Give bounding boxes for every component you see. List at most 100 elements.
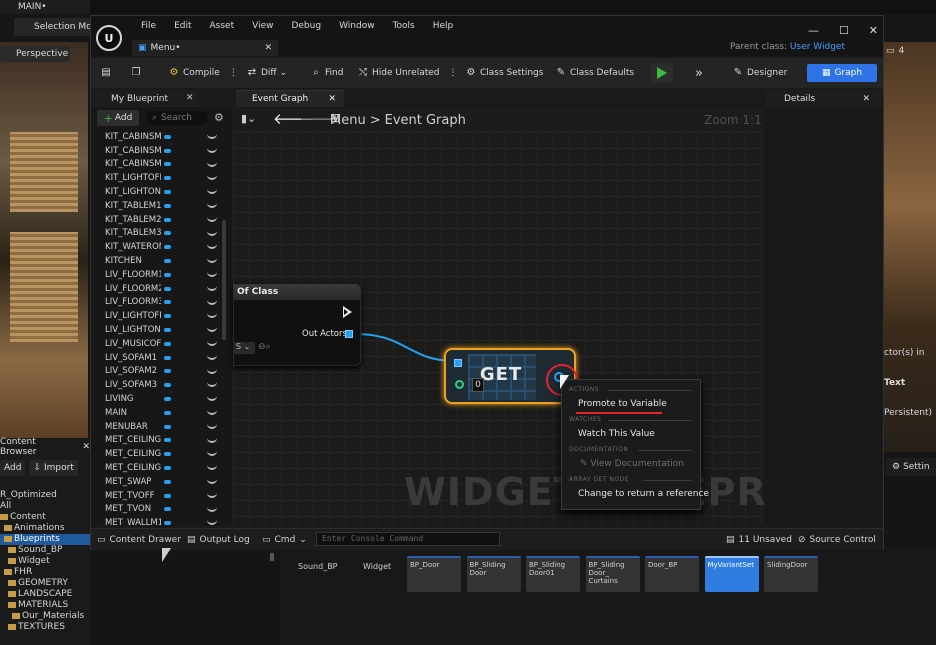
folder-tree-item[interactable]: Widget	[0, 556, 90, 567]
variable-row[interactable]: KIT_TABLEM3	[91, 227, 231, 241]
close-icon[interactable]: ✕	[186, 93, 194, 103]
variable-row[interactable]: KIT_TABLEM1	[91, 199, 231, 213]
asset-folder-label[interactable]: Sound_BP	[298, 562, 338, 571]
eye-closed-icon[interactable]	[207, 285, 217, 291]
context-menu-item[interactable]: Promote to Variable	[578, 399, 667, 409]
variable-row[interactable]: MET_WALLM1	[91, 516, 231, 526]
eye-closed-icon[interactable]	[207, 478, 217, 484]
cmd-dropdown[interactable]: ▭ Cmd ⌄	[262, 533, 307, 547]
eye-closed-icon[interactable]	[207, 257, 217, 264]
eye-closed-icon[interactable]	[207, 437, 217, 443]
eye-closed-icon[interactable]	[207, 216, 217, 222]
variable-row[interactable]: LIV_FLOORM2	[91, 282, 231, 296]
variable-row[interactable]: KIT_CABINSM	[91, 130, 231, 144]
reset-and-browse-icons[interactable]: ⊖⌕	[258, 342, 271, 352]
class-select-dropdown[interactable]: S ⌄	[233, 342, 255, 354]
viewport-perspective-button[interactable]: Perspective	[0, 46, 70, 62]
variable-list-scrollbar[interactable]	[222, 220, 226, 340]
menu-edit[interactable]: Edit	[165, 21, 200, 35]
add-button[interactable]: + Add	[97, 110, 139, 126]
eye-closed-icon[interactable]	[207, 368, 217, 374]
eye-closed-icon[interactable]	[207, 492, 217, 498]
eye-closed-icon[interactable]	[207, 147, 217, 153]
asset-tile[interactable]: MyVariantSet	[704, 556, 759, 592]
get-index-field[interactable]: 0	[472, 378, 484, 392]
parent-class-link[interactable]: User Widget	[790, 42, 845, 52]
eye-closed-icon[interactable]	[207, 312, 217, 319]
variable-row[interactable]: KIT_LIGHTON	[91, 185, 231, 199]
maximize-icon[interactable]: ☐	[839, 24, 849, 38]
designer-button[interactable]: ✎ Designer	[732, 64, 788, 82]
eye-closed-icon[interactable]	[207, 464, 217, 471]
folder-tree-item[interactable]: MATERIALS	[0, 600, 90, 611]
get-array-input-pin[interactable]	[454, 359, 462, 367]
menu-asset[interactable]: Asset	[201, 21, 244, 35]
eye-closed-icon[interactable]	[207, 243, 217, 250]
eye-closed-icon[interactable]	[207, 161, 217, 167]
save-button[interactable]: ▤	[100, 64, 112, 82]
variable-row[interactable]: MET_TVON	[91, 503, 231, 517]
browse-button[interactable]: ❐	[130, 64, 142, 82]
asset-tile[interactable]: BP_Sliding Door_ Curtains	[585, 556, 640, 592]
asset-tile[interactable]: BP_Sliding Door01	[526, 556, 580, 592]
diff-button[interactable]: ⇄ Diff ⌄	[246, 64, 287, 82]
bookmark-icon[interactable]: ▮⌄	[241, 112, 256, 125]
eye-closed-icon[interactable]	[207, 340, 217, 346]
variable-row[interactable]: LIV_SOFAM2	[91, 365, 231, 379]
variable-row[interactable]: LIVING	[91, 392, 231, 406]
minimize-icon[interactable]: —	[808, 24, 819, 38]
console-command-input[interactable]: Enter Console Command	[316, 532, 500, 546]
asset-tile[interactable]: SlidingDoor	[764, 556, 818, 592]
content-drawer-button[interactable]: ▭ Content Drawer	[97, 533, 181, 547]
menu-debug[interactable]: Debug	[282, 21, 330, 35]
folder-tree-item[interactable]: Blueprints	[0, 534, 90, 545]
event-graph-tab[interactable]: Event Graph ✕	[236, 90, 344, 107]
cb-add-button[interactable]: Add	[0, 460, 26, 476]
find-button[interactable]: ⌕ Find	[310, 64, 343, 82]
eye-closed-icon[interactable]	[207, 326, 217, 333]
eye-closed-icon[interactable]	[207, 271, 217, 277]
variable-row[interactable]: LIV_SOFAM3	[91, 378, 231, 392]
camera-icon[interactable]: ▭	[886, 46, 895, 62]
search-input[interactable]: ⌕ Search	[146, 111, 208, 125]
output-log-button[interactable]: ▤ Output Log	[187, 533, 250, 547]
folder-tree-item[interactable]: R_Optimized	[0, 490, 90, 501]
out-actors-array-pin[interactable]	[345, 330, 353, 338]
folder-tree-item[interactable]: Content	[0, 512, 90, 523]
tree-scrollbar[interactable]	[270, 553, 274, 561]
close-icon[interactable]: ✕	[862, 94, 870, 104]
asset-tile[interactable]: Door_BP	[645, 556, 699, 592]
compile-button[interactable]: ⚙ Compile ⋮	[168, 64, 238, 82]
eye-closed-icon[interactable]	[207, 174, 217, 181]
folder-tree-item[interactable]: Sound_BP	[0, 545, 90, 556]
eye-closed-icon[interactable]	[207, 230, 217, 236]
variable-row[interactable]: MET_TVOFF	[91, 489, 231, 503]
get-index-input-pin[interactable]	[455, 380, 464, 389]
folder-tree-item[interactable]: All	[0, 501, 90, 512]
variable-row[interactable]: LIV_MUSICOF	[91, 337, 231, 351]
variable-row[interactable]: MENUBAR	[91, 420, 231, 434]
close-window-icon[interactable]: ✕	[869, 24, 878, 38]
document-tab-menu[interactable]: ▣ Menu• ✕	[132, 40, 278, 56]
variable-row[interactable]: MAIN	[91, 406, 231, 420]
menu-window[interactable]: Window	[330, 21, 384, 35]
asset-tile[interactable]: BP_Sliding Door	[466, 556, 521, 592]
class-settings-button[interactable]: ⚙ Class Settings	[465, 64, 544, 82]
eye-closed-icon[interactable]	[207, 299, 217, 305]
eye-closed-icon[interactable]	[207, 506, 217, 512]
asset-tile[interactable]: BP_Door	[407, 556, 461, 592]
variable-row[interactable]: KITCHEN	[91, 254, 231, 268]
menu-tools[interactable]: Tools	[384, 21, 424, 35]
class-defaults-button[interactable]: ✎ Class Defaults	[555, 64, 634, 82]
variable-row[interactable]: LIV_SOFAM1	[91, 351, 231, 365]
hide-unrelated-button[interactable]: ⤭ Hide Unrelated ⋮	[357, 64, 458, 82]
menu-file[interactable]: File	[132, 21, 165, 35]
more-options-icon[interactable]: ⋮	[449, 68, 458, 78]
unsaved-button[interactable]: ▤ 11 Unsaved	[726, 533, 792, 547]
eye-closed-icon[interactable]	[207, 381, 217, 388]
breadcrumb-root[interactable]: Menu	[330, 113, 366, 128]
variable-row[interactable]: MET_CEILING	[91, 434, 231, 448]
eye-closed-icon[interactable]	[207, 133, 217, 139]
selection-mode-button[interactable]: Selection Mo	[14, 18, 94, 36]
gear-icon[interactable]: ⚙	[214, 111, 224, 124]
